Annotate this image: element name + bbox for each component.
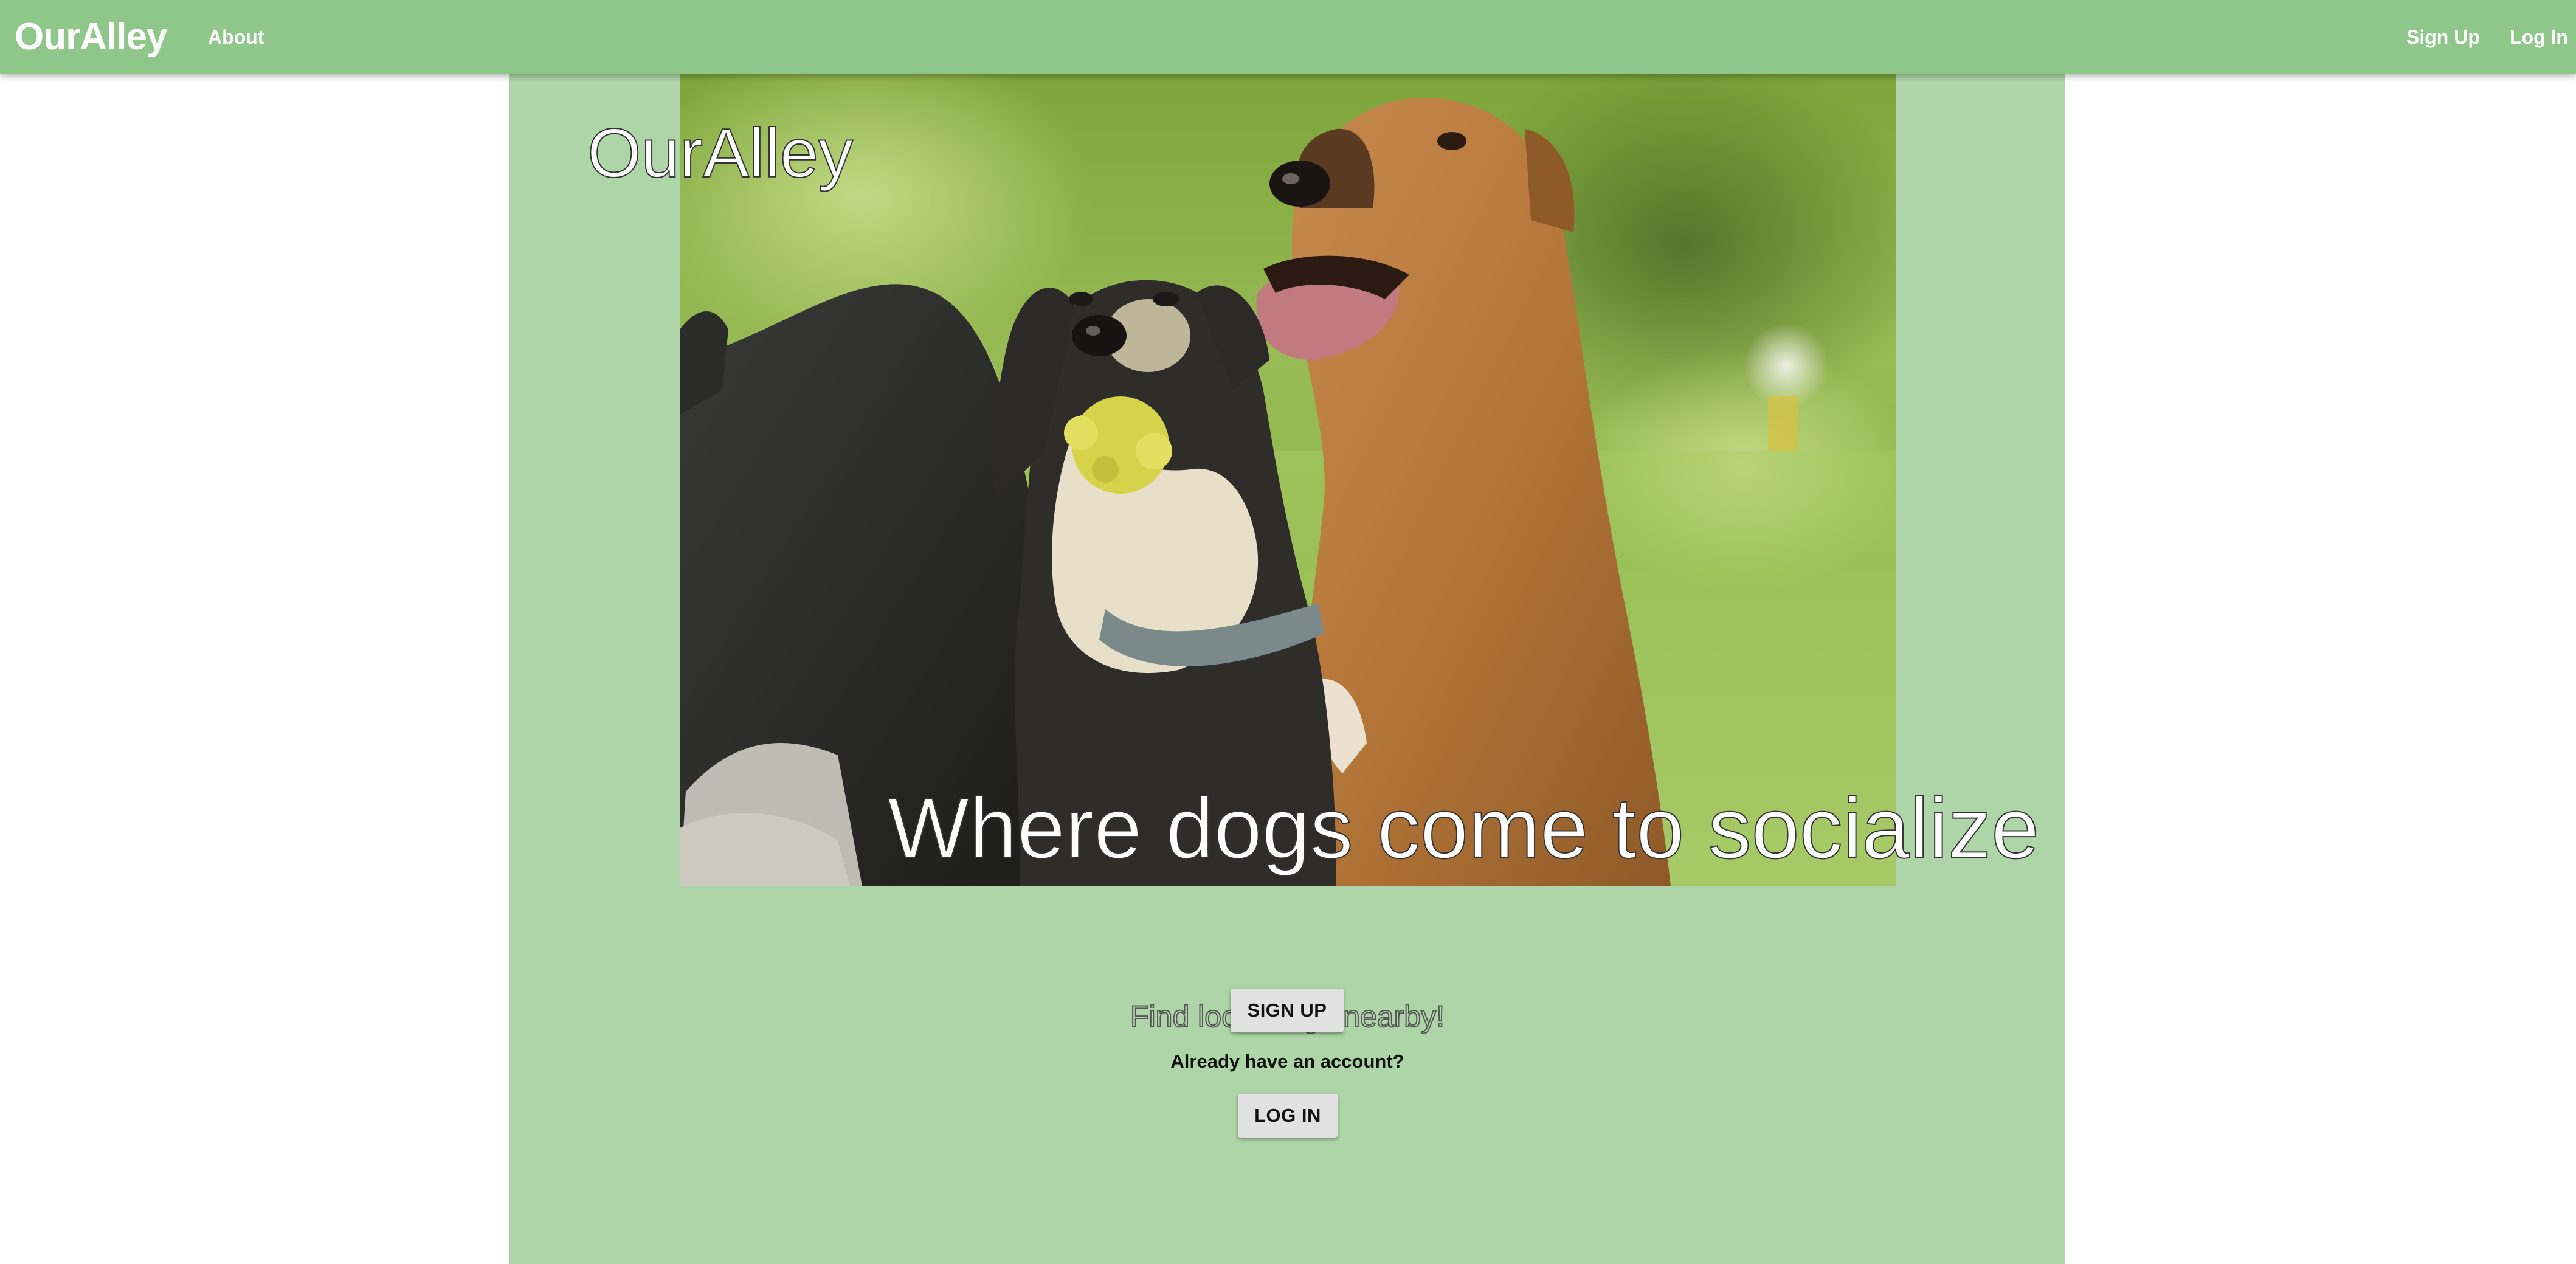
account-prompt-text: Already have an account? [1170,1051,1404,1072]
signup-button[interactable]: SIGN UP [1231,989,1344,1032]
nav-about-link[interactable]: About [208,23,264,51]
nav-signup-link[interactable]: Sign Up [2406,23,2480,51]
nav-login-link[interactable]: Log In [2510,23,2568,51]
hero-tagline: Where dogs come to socialize [887,779,2040,877]
brand-logo-link[interactable]: OurAlley [15,12,167,62]
dogs-photo-illustration [680,74,1896,886]
hero-dogs-photo [680,74,1896,886]
main-content: OurAlley Where dogs come to socialize Fi… [509,74,2065,1264]
login-button[interactable]: LOG IN [1238,1094,1338,1138]
hero-title: OurAlley [587,114,854,193]
top-navbar: OurAlley About Sign Up Log In [0,0,2576,74]
